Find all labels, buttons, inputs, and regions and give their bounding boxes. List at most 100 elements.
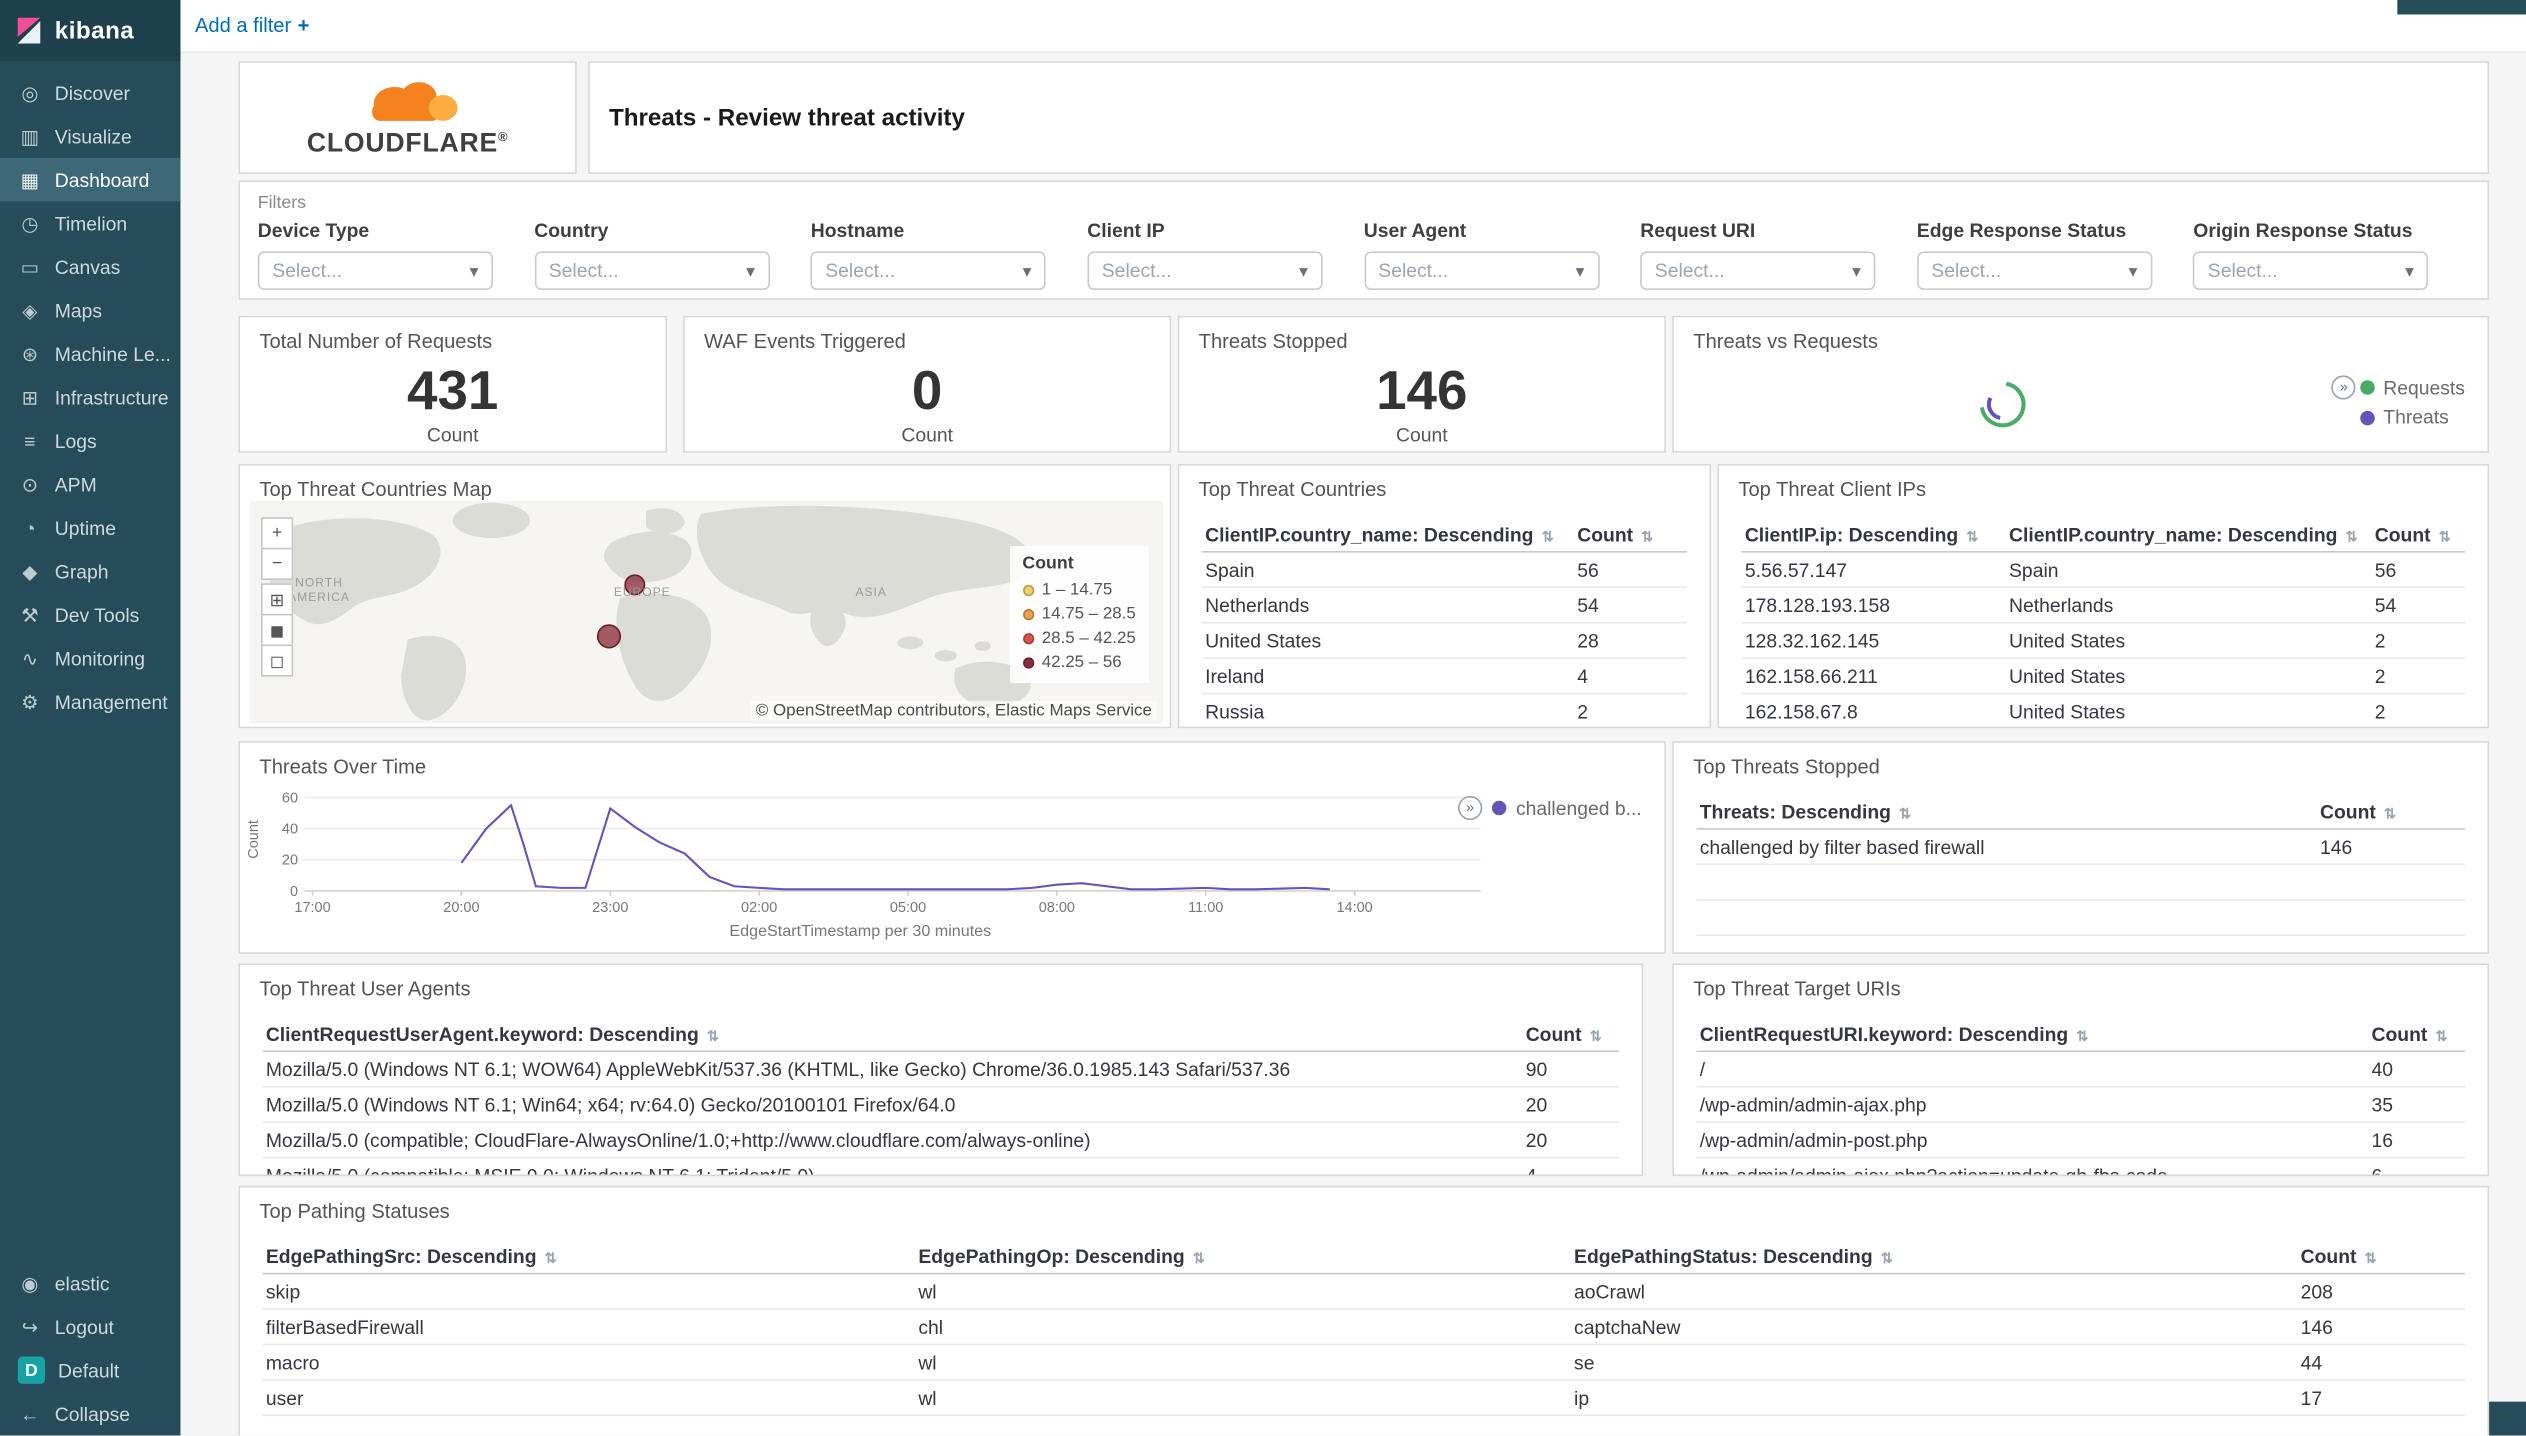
column-header[interactable]: Count (1522, 1019, 1619, 1048)
table-cell: 178.128.193.158 (1744, 593, 1890, 617)
countries-table: ClientIP.country_name: DescendingCountSp… (1201, 517, 1687, 726)
kibana-logo[interactable]: kibana (0, 0, 181, 62)
legend-label[interactable]: challenged b... (1516, 797, 1642, 820)
sidebar-item-default[interactable]: D Default (0, 1348, 180, 1391)
column-header[interactable]: Threats: Descending (1696, 797, 2316, 826)
table-cell: 4 (1525, 1164, 1537, 1177)
table-cell: Netherlands (2009, 593, 2114, 617)
world-map[interactable]: NORTH AMERICA EUROPE ASIA + − ⊞ ◼ ◻ Count 1… (249, 501, 1164, 724)
table-row: / 40 (1696, 1052, 2465, 1088)
table-cell: 20 (1525, 1093, 1548, 1116)
column-header[interactable]: ClientIP.country_name: Descending (1202, 520, 1574, 549)
zoom-out-button[interactable]: − (260, 547, 294, 580)
column-header[interactable]: ClientRequestURI.keyword: Descending (1696, 1019, 2368, 1048)
sidebar-item-infrastructure[interactable]: ⊞ Infrastructure (0, 375, 180, 418)
legend-color-dot (1022, 657, 1034, 669)
collapse-icon: ← (20, 1402, 40, 1426)
map-attribution[interactable]: © OpenStreetMap contributors, Elastic Ma… (751, 700, 1157, 721)
sidebar-item-collapse[interactable]: ← Collapse (0, 1392, 180, 1435)
fit-bounds-button[interactable]: ⊞ (260, 583, 294, 616)
panel-top-threat-countries: Top Threat Countries ClientIP.country_na… (1177, 463, 1711, 729)
sort-icon (1590, 1022, 1602, 1045)
gear-icon: ⚙ (21, 690, 39, 713)
sidebar-item-canvas[interactable]: ▭ Canvas (0, 245, 180, 288)
sort-icon (545, 1245, 557, 1268)
column-header[interactable]: ClientIP.ip: Descending (1742, 520, 2006, 549)
chart-legend: Requests Threats (2331, 375, 2465, 429)
panel-title: Top Threat Client IPs (1738, 478, 1927, 502)
sidebar-item-uptime[interactable]: ◔ Uptime (0, 506, 180, 549)
table-row: Russia 2 (1202, 694, 1687, 726)
sidebar-item-discover[interactable]: ◎ Discover (0, 71, 180, 114)
legend-color-dot (1022, 608, 1034, 621)
legend-label[interactable]: Requests (2383, 376, 2465, 399)
sidebar-item-label: Infrastructure (54, 385, 169, 409)
user-agent-select[interactable]: Select... (1363, 251, 1600, 290)
zoom-in-button[interactable]: + (260, 517, 294, 550)
column-header[interactable]: EdgePathingSrc: Descending (263, 1241, 915, 1270)
sidebar-item-graph[interactable]: ◆ Graph (0, 549, 180, 592)
table-cell: 54 (1577, 593, 1599, 617)
table-cell: /wp-admin/admin-ajax.php (1699, 1093, 1927, 1116)
chart-legend: challenged b... (1457, 795, 1642, 821)
sidebar-item-label: APM (54, 472, 97, 496)
filter-label: Hostname (810, 219, 905, 242)
filter-hostname: Hostname Select... (810, 219, 1088, 290)
table-cell: United States (2009, 629, 2126, 652)
select-area-button[interactable]: ◻ (260, 644, 294, 677)
legend-label[interactable]: Threats (2383, 406, 2465, 429)
table-cell: 56 (2374, 558, 2397, 581)
sidebar-item-label: Collapse (54, 1402, 131, 1426)
hostname-select[interactable]: Select... (810, 251, 1047, 290)
sidebar-item-label: Management (54, 690, 168, 713)
country-select[interactable]: Select... (534, 251, 770, 290)
device-type-select[interactable]: Select... (257, 251, 493, 290)
draw-filter-button[interactable]: ◼ (260, 613, 294, 647)
legend-expand-icon[interactable] (1457, 795, 1483, 821)
x-axis-label: EdgeStartTimestamp per 30 minutes (729, 923, 992, 941)
chevron-down-icon (2405, 256, 2414, 285)
sidebar-item-logout[interactable]: ↪ Logout (0, 1305, 180, 1348)
sidebar-item-visualize[interactable]: ▥ Visualize (0, 114, 180, 157)
sidebar-item-timelion[interactable]: ◷ Timelion (0, 201, 180, 244)
table-row: challenged by filter based firewall 146 (1696, 830, 2465, 866)
column-header[interactable]: Count (2297, 1241, 2465, 1270)
monitoring-icon: ∿ (21, 646, 38, 670)
table-cell: 40 (2371, 1057, 2394, 1081)
sidebar-item-management[interactable]: ⚙ Management (0, 680, 180, 723)
map-bubble-marker[interactable] (596, 624, 622, 649)
client-ip-select[interactable]: Select... (1087, 251, 1323, 290)
sidebar-item-elastic[interactable]: ◉ elastic (0, 1261, 180, 1304)
filters-row: Device TypeSelect...CountrySelect...Host… (240, 219, 2487, 290)
sidebar-item-apm[interactable]: ⊙ APM (0, 462, 180, 505)
metric-label: Count (426, 422, 479, 446)
sidebar-item-monitoring[interactable]: ∿ Monitoring (0, 636, 180, 679)
table-cell: skip (265, 1280, 301, 1303)
column-header[interactable]: ClientIP.country_name: Descending (2006, 520, 2372, 549)
column-header[interactable]: Count (2317, 797, 2465, 826)
column-header[interactable]: Count (2368, 1019, 2465, 1048)
column-header[interactable]: Count (2372, 520, 2465, 549)
legend-expand-icon[interactable] (2331, 375, 2356, 400)
column-header[interactable]: EdgePathingStatus: Descending (1571, 1241, 2298, 1270)
column-header[interactable]: Count (1574, 520, 1687, 549)
add-filter-button[interactable]: Add a filter + (195, 14, 310, 37)
filter-client-ip: Client IP Select... (1087, 219, 1364, 290)
table-cell: 146 (2300, 1315, 2333, 1339)
edge-response-status-select[interactable]: Select... (1916, 251, 2153, 290)
column-header[interactable]: EdgePathingOp: Descending (915, 1241, 1571, 1270)
dev-tools-icon: ⚒ (21, 603, 39, 626)
sidebar-item-dashboard[interactable]: ▦ Dashboard (0, 157, 181, 202)
cloudflare-logo-icon (372, 82, 458, 121)
request-uri-select[interactable]: Select... (1640, 251, 1876, 290)
map-tool-controls: ⊞ ◼ ◻ (260, 583, 294, 677)
sidebar-item-dev-tools[interactable]: ⚒ Dev Tools (0, 593, 180, 636)
svg-text:11:00: 11:00 (1188, 900, 1223, 916)
sidebar-item-machine-le[interactable]: ⊛ Machine Le... (0, 332, 180, 375)
column-header[interactable]: ClientRequestUserAgent.keyword: Descendi… (263, 1019, 1523, 1048)
svg-text:0: 0 (290, 884, 298, 900)
sidebar-item-maps[interactable]: ◈ Maps (0, 288, 180, 331)
origin-response-status-select[interactable]: Select... (2193, 251, 2429, 290)
sidebar-item-logs[interactable]: ≡ Logs (0, 419, 180, 462)
map-legend-item: 1 – 14.75 (1022, 578, 1135, 602)
